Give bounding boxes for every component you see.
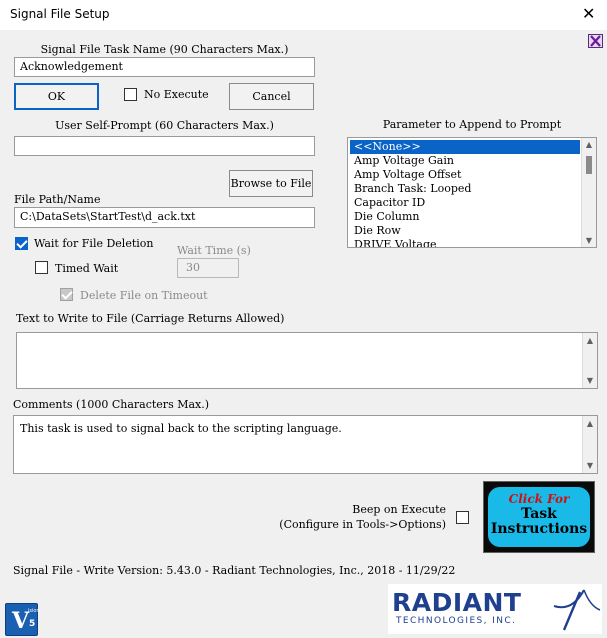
scroll-up-icon[interactable]: ▲: [583, 419, 597, 428]
browse-button[interactable]: Browse to File: [229, 170, 313, 197]
cancel-button-label: Cancel: [252, 90, 291, 103]
browse-button-label: Browse to File: [230, 177, 312, 190]
vision-logo: V ision 5: [5, 603, 40, 636]
beep-line1: Beep on Execute: [352, 503, 446, 516]
vision-logo-v: V: [12, 608, 30, 634]
comments-value: This task is used to signal back to the …: [20, 422, 342, 435]
self-prompt-label: User Self-Prompt (60 Characters Max.): [55, 119, 274, 132]
beep-line2: (Configure in Tools->Options): [279, 518, 446, 531]
timed-wait-checkbox[interactable]: [35, 261, 48, 274]
vision-logo-num: 5: [29, 619, 36, 629]
cancel-button[interactable]: Cancel: [229, 83, 314, 110]
no-execute-checkbox[interactable]: [124, 88, 137, 101]
task-instructions-button[interactable]: Click For Task Instructions: [483, 481, 595, 553]
delete-timeout-label: Delete File on Timeout: [80, 289, 208, 302]
parameter-list-item[interactable]: Amp Voltage Gain: [350, 154, 580, 168]
version-text: Signal File - Write Version: 5.43.0 - Ra…: [13, 564, 456, 577]
delete-timeout-checkbox[interactable]: [60, 288, 73, 301]
text-write-label: Text to Write to File (Carriage Returns …: [16, 312, 285, 325]
scroll-down-icon[interactable]: ▼: [583, 461, 597, 470]
beep-label: Beep on Execute (Configure in Tools->Opt…: [270, 503, 446, 531]
scroll-down-icon[interactable]: ▼: [583, 376, 597, 385]
scroll-up-icon[interactable]: ▲: [583, 336, 597, 345]
close-icon[interactable]: ✕: [582, 4, 595, 23]
wait-deletion-checkbox[interactable]: [15, 237, 28, 250]
radiant-logo: RADIANT TECHNOLOGIES, INC.: [388, 584, 602, 634]
task-text: Task: [521, 506, 557, 522]
parameter-list-item[interactable]: Die Row: [350, 224, 580, 238]
ok-button[interactable]: OK: [14, 83, 99, 110]
comments-area[interactable]: This task is used to signal back to the …: [13, 415, 598, 474]
scroll-down-icon[interactable]: ▼: [582, 236, 596, 245]
vision-logo-small: ision: [28, 608, 40, 614]
wait-time-input[interactable]: 30: [177, 258, 239, 278]
parameter-list-item[interactable]: Capacitor ID: [350, 196, 580, 210]
comments-label: Comments (1000 Characters Max.): [13, 398, 210, 411]
wait-time-label: Wait Time (s): [177, 244, 251, 257]
parameter-list-item[interactable]: Branch Task: Looped: [350, 182, 580, 196]
radiant-logo-sub: TECHNOLOGIES, INC.: [396, 616, 517, 626]
file-path-label: File Path/Name: [14, 193, 101, 206]
parameter-list-item[interactable]: <<None>>: [350, 140, 580, 154]
scroll-thumb[interactable]: [586, 156, 592, 174]
click-for-text: Click For: [508, 492, 570, 506]
parameter-label: Parameter to Append to Prompt: [382, 118, 562, 131]
timed-wait-label: Timed Wait: [55, 262, 119, 275]
parameter-list-item[interactable]: Amp Voltage Offset: [350, 168, 580, 182]
text-write-area[interactable]: ▲ ▼: [16, 332, 598, 389]
self-prompt-input[interactable]: [14, 136, 315, 156]
text-write-scrollbar[interactable]: ▲ ▼: [582, 333, 597, 388]
beep-checkbox[interactable]: [456, 511, 469, 524]
parameter-list[interactable]: <<None>> Amp Voltage Gain Amp Voltage Offs…: [347, 137, 597, 248]
file-path-input[interactable]: C:\DataSets\StartTest\d_ack.txt: [14, 207, 315, 228]
task-name-input[interactable]: Acknowledgement: [14, 57, 315, 77]
window-title: Signal File Setup: [10, 7, 110, 21]
radiant-logo-name: RADIANT: [392, 588, 522, 617]
wait-deletion-label: Wait for File Deletion: [34, 237, 154, 250]
radiant-swoosh-icon: [553, 589, 601, 631]
parameter-list-item[interactable]: Die Column: [350, 210, 580, 224]
ok-button-label: OK: [47, 90, 66, 103]
no-execute-label: No Execute: [144, 88, 209, 101]
parameter-list-item[interactable]: DRIVE Voltage: [350, 238, 580, 247]
exit-icon[interactable]: [588, 34, 603, 48]
parameter-scrollbar[interactable]: ▲ ▼: [581, 138, 596, 247]
title-bar: Signal File Setup ✕: [0, 0, 607, 30]
instructions-text: Instructions: [490, 521, 588, 537]
comments-scrollbar[interactable]: ▲ ▼: [582, 416, 597, 473]
task-name-label: Signal File Task Name (90 Characters Max…: [40, 43, 289, 56]
scroll-up-icon[interactable]: ▲: [582, 140, 596, 149]
